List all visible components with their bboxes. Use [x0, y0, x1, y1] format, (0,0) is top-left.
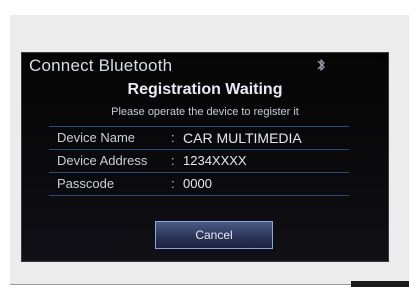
device-name-value: CAR MULTIMEDIA [183, 130, 302, 146]
device-name-row: Device Name : CAR MULTIMEDIA [49, 126, 349, 150]
bluetooth-icon [317, 59, 325, 71]
separator: : [171, 153, 175, 168]
device-address-row: Device Address : 1234XXXX [49, 150, 349, 173]
dialog-title: Connect Bluetooth [29, 56, 173, 75]
passcode-value: 0000 [183, 176, 212, 191]
registration-heading: Registration Waiting [127, 81, 283, 98]
bluetooth-dialog: Connect Bluetooth Registration Waiting P… [21, 52, 389, 262]
device-address-label: Device Address [57, 153, 148, 168]
cancel-button[interactable]: Cancel [155, 221, 273, 249]
frame-divider [10, 284, 409, 285]
passcode-row: Passcode : 0000 [49, 173, 349, 196]
instruction-text: Please operate the device to register it [111, 106, 299, 118]
passcode-label: Passcode [57, 176, 115, 191]
corner-marker [351, 281, 409, 287]
separator: : [171, 130, 175, 145]
separator: : [171, 176, 175, 191]
device-address-value: 1234XXXX [183, 153, 247, 168]
device-name-label: Device Name [57, 130, 136, 145]
device-details: Device Name : CAR MULTIMEDIA Device Addr… [49, 126, 349, 196]
